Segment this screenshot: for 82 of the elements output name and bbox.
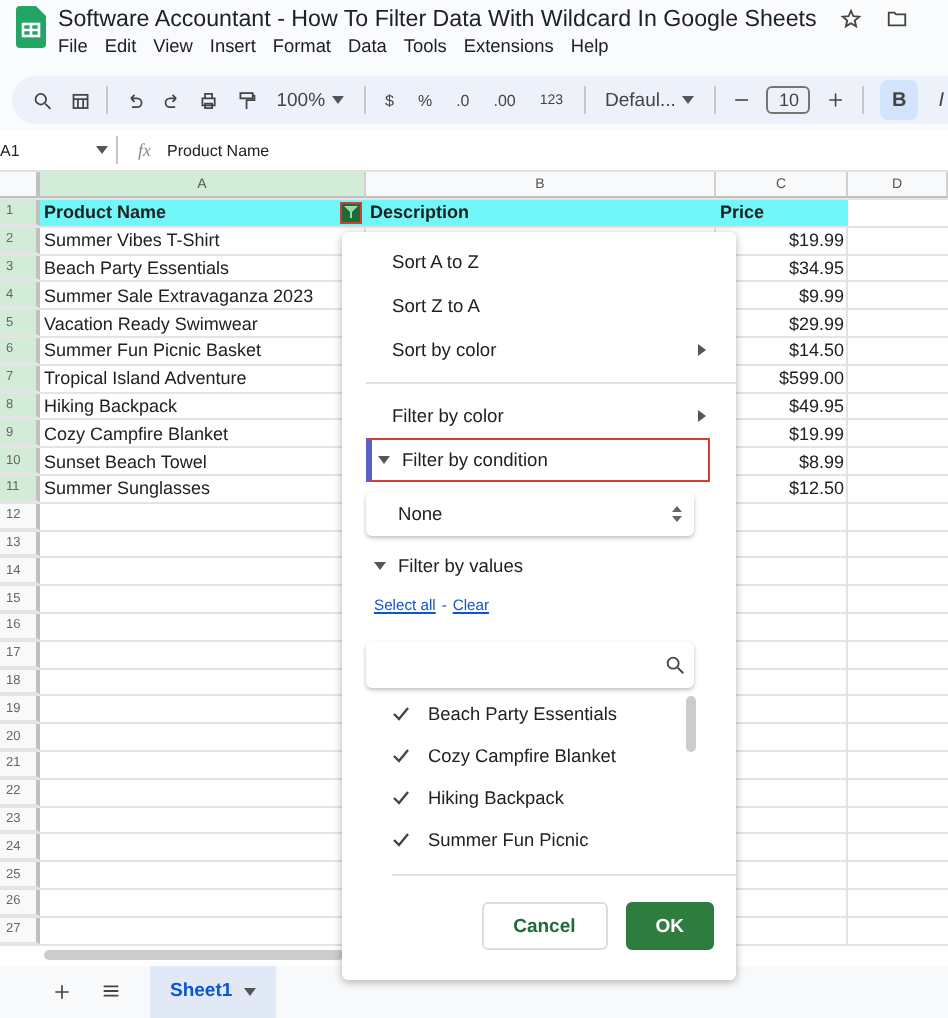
folder-icon[interactable] xyxy=(886,8,909,30)
print-icon[interactable] xyxy=(198,89,220,111)
table-cell-text: Beach Party Essentials xyxy=(42,255,232,281)
table-cell-text: Summer Fun Picnic Basket xyxy=(42,338,264,364)
menu-option[interactable]: Sort Z to A xyxy=(342,284,736,328)
font-select[interactable]: Defaul... xyxy=(601,80,698,120)
table-cell-text: $14.50 xyxy=(786,338,846,364)
menu-item[interactable]: Data xyxy=(348,36,387,56)
table-cell-text: $34.95 xyxy=(786,255,846,281)
menu-option[interactable]: Filter by color xyxy=(342,394,736,438)
table-cell-text: $8.99 xyxy=(796,449,846,474)
checkmark-icon[interactable] xyxy=(392,747,410,763)
table-cell-text: $19.99 xyxy=(786,228,846,254)
table-cell-text: $49.95 xyxy=(786,393,846,419)
increase-decimals-button[interactable]: .00 xyxy=(489,80,520,120)
menu-item[interactable]: Insert xyxy=(209,36,256,56)
menu-item[interactable]: View xyxy=(153,36,193,56)
sheets-logo[interactable] xyxy=(16,6,46,48)
table-cell-text: Summer Sale Extravaganza 2023 xyxy=(42,283,316,309)
table-cell-text: Tropical Island Adventure xyxy=(42,366,249,392)
formula-label: fx xyxy=(138,140,151,160)
column-heading: Description xyxy=(366,200,716,226)
section-label[interactable]: Filter by values xyxy=(398,556,524,576)
cancel-button[interactable]: Cancel xyxy=(481,902,608,950)
scrollbar[interactable] xyxy=(686,696,696,752)
ok-button[interactable]: OK xyxy=(625,902,714,950)
table-cell-text: Sunset Beach Towel xyxy=(42,449,209,474)
filter-by-condition-toggle[interactable]: Filter by condition xyxy=(366,438,710,482)
section-label: Filter by condition xyxy=(402,450,548,470)
plus-icon[interactable] xyxy=(52,981,72,1002)
sheet-tab[interactable]: Sheet1 xyxy=(150,965,277,1018)
table-cell-text: Vacation Ready Swimwear xyxy=(42,311,260,336)
zoom-select[interactable]: 100% xyxy=(272,80,348,120)
menu-item[interactable]: Edit xyxy=(104,36,137,56)
plus-icon[interactable] xyxy=(826,90,847,110)
search-icon xyxy=(664,654,686,676)
table-cell-text: $9.99 xyxy=(796,283,846,309)
menu-item[interactable]: Extensions xyxy=(463,36,554,56)
bold-button[interactable]: B xyxy=(879,80,919,120)
value-option[interactable]: Beach Party Essentials xyxy=(392,692,678,734)
menu-option[interactable]: Sort A to Z xyxy=(342,240,736,284)
condition-select[interactable]: None xyxy=(366,492,694,536)
document-title[interactable]: Software Accountant - How To Filter Data With Wildcard In Google Sheets xyxy=(58,6,817,32)
percent-button[interactable]: % xyxy=(413,80,437,120)
table-cell-text: Hiking Backpack xyxy=(42,393,180,419)
column-heading: Price xyxy=(716,200,848,226)
italic-button[interactable]: I xyxy=(934,80,948,120)
scrollbar[interactable] xyxy=(44,950,344,961)
checkmark-icon[interactable] xyxy=(392,705,410,721)
column-heading: Product Name xyxy=(44,202,167,223)
checkmark-icon[interactable] xyxy=(392,789,410,805)
name-box[interactable]: A1 xyxy=(0,141,116,159)
table-cell-text: $19.99 xyxy=(786,421,846,447)
menu-option[interactable]: Sort by color xyxy=(342,328,736,372)
table-cell-text: Summer Sunglasses xyxy=(42,476,213,502)
font-size-field[interactable]: 10 xyxy=(766,86,811,114)
table-cell-text: $599.00 xyxy=(776,366,846,392)
value-option[interactable]: Summer Fun Picnic xyxy=(392,818,678,860)
star-icon[interactable] xyxy=(840,8,863,30)
checkmark-icon[interactable] xyxy=(392,831,410,847)
menu-item[interactable]: Tools xyxy=(403,36,447,56)
caret-icon xyxy=(331,96,344,104)
value-option[interactable]: Hiking Backpack xyxy=(392,776,678,818)
menu-item[interactable]: Help xyxy=(570,36,609,56)
menu-item[interactable]: File xyxy=(58,36,88,56)
caret-icon xyxy=(244,987,257,996)
menu-item[interactable]: Format xyxy=(272,36,331,56)
currency-button[interactable]: $ xyxy=(381,80,398,120)
table-cell-text: $12.50 xyxy=(786,476,846,502)
caret-icon xyxy=(96,146,108,154)
paint-format-icon[interactable] xyxy=(235,89,257,111)
value-option[interactable]: Cozy Campfire Blanket xyxy=(392,734,678,776)
table-cell-text: Cozy Campfire Blanket xyxy=(42,421,231,447)
menu-icon[interactable] xyxy=(100,980,122,1003)
decrease-decimals-button[interactable]: .0 xyxy=(452,80,474,120)
formula-field[interactable]: Product Name xyxy=(167,141,270,159)
up-down-icon xyxy=(672,506,682,522)
search-icon[interactable] xyxy=(32,89,54,111)
caret-icon xyxy=(681,96,694,104)
table-cell-text: Summer Vibes T-Shirt xyxy=(42,228,222,254)
filter-button[interactable] xyxy=(340,201,362,224)
table-cell-text: $29.99 xyxy=(786,311,846,336)
